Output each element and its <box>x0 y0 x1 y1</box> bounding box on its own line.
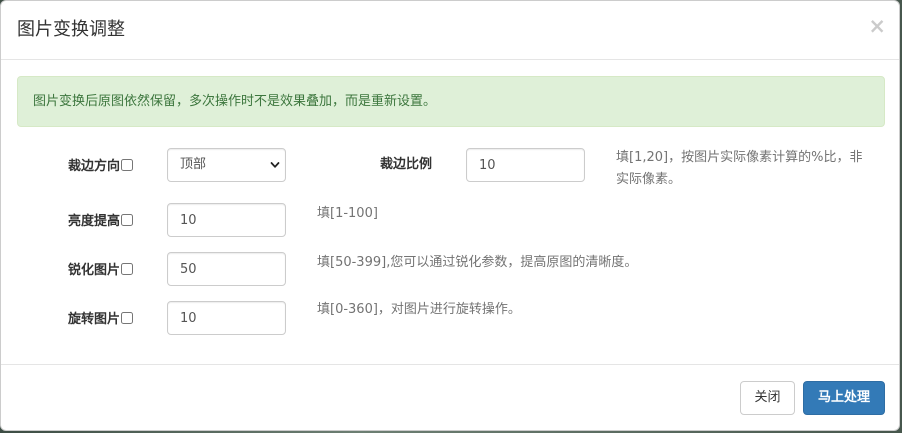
sharpen-label: 锐化图片 <box>68 261 134 281</box>
close-icon[interactable]: × <box>868 15 886 37</box>
rotate-label-text: 旋转图片 <box>68 312 121 327</box>
chevron-down-icon <box>270 162 280 168</box>
sharpen-input[interactable] <box>167 252 286 286</box>
brightness-input[interactable] <box>167 203 286 237</box>
brightness-row: 亮度提高 填[1-100] <box>1 203 899 237</box>
close-button[interactable]: 关闭 <box>740 381 795 415</box>
brightness-help: 填[1-100] <box>317 206 378 221</box>
crop-direction-checkbox[interactable] <box>121 159 134 171</box>
rotate-input[interactable] <box>167 301 286 335</box>
rotate-label: 旋转图片 <box>68 310 134 330</box>
dialog-footer: 关闭 马上处理 <box>1 364 899 430</box>
sharpen-checkbox[interactable] <box>121 263 134 275</box>
crop-direction-selected-value: 顶部 <box>180 157 207 172</box>
brightness-label: 亮度提高 <box>68 212 134 232</box>
crop-direction-select[interactable]: 顶部 <box>167 148 286 182</box>
sharpen-label-text: 锐化图片 <box>68 263 121 278</box>
rotate-help: 填[0-360]，对图片进行旋转操作。 <box>317 302 521 317</box>
sharpen-help: 填[50-399],您可以通过锐化参数，提高原图的清晰度。 <box>317 255 638 270</box>
brightness-label-text: 亮度提高 <box>68 214 121 229</box>
process-now-button[interactable]: 马上处理 <box>803 381 885 415</box>
crop-ratio-help-line2: 实际像素。 <box>616 172 682 187</box>
brightness-checkbox[interactable] <box>121 214 134 226</box>
crop-ratio-input[interactable] <box>466 148 585 182</box>
crop-ratio-help: 填[1,20]，按图片实际像素计算的%比，非 实际像素。 <box>616 147 886 191</box>
rotate-row: 旋转图片 填[0-360]，对图片进行旋转操作。 <box>1 301 899 335</box>
rotate-checkbox[interactable] <box>121 312 134 324</box>
dialog-title: 图片变换调整 <box>17 19 125 40</box>
info-alert: 图片变换后原图依然保留，多次操作时不是效果叠加，而是重新设置。 <box>17 76 885 127</box>
sharpen-row: 锐化图片 填[50-399],您可以通过锐化参数，提高原图的清晰度。 <box>1 252 899 286</box>
crop-ratio-label: 裁边比例 <box>380 157 433 172</box>
image-transform-dialog: 图片变换调整 × 图片变换后原图依然保留，多次操作时不是效果叠加，而是重新设置。… <box>0 0 900 431</box>
crop-direction-label-text: 裁边方向 <box>68 159 121 174</box>
crop-direction-label: 裁边方向 <box>68 157 134 177</box>
crop-row: 裁边方向 顶部 裁边比例 填[1,20]，按图片实际像素计算的%比，非 实际像素… <box>1 148 899 187</box>
dialog-header: 图片变换调整 × <box>1 1 899 60</box>
crop-ratio-help-line1: 填[1,20]，按图片实际像素计算的%比，非 <box>616 150 863 165</box>
